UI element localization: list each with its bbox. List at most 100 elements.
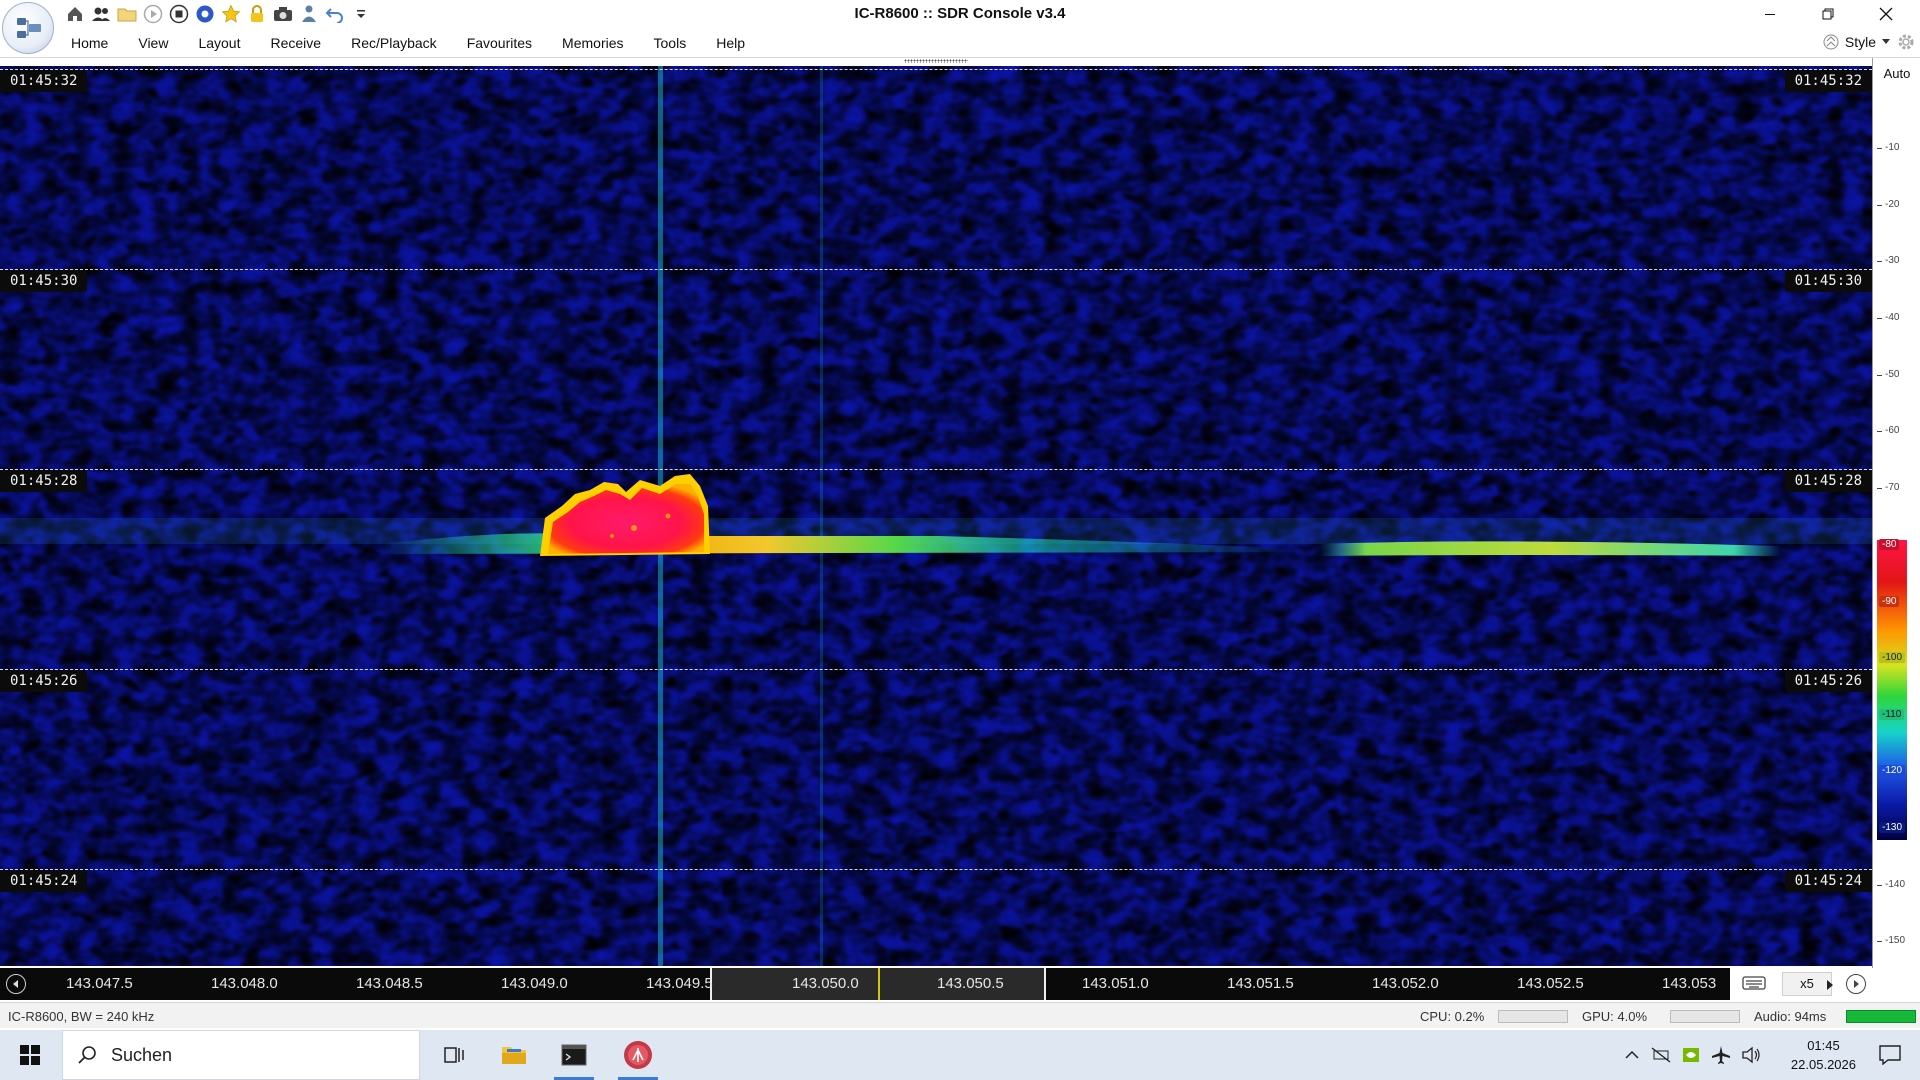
timestamp-label: 01:45:30 [1784, 270, 1872, 292]
tray-nvidia-icon[interactable] [1678, 1030, 1704, 1080]
time-gridline [0, 869, 1872, 870]
timestamp-label: 01:45:32 [0, 70, 88, 92]
application-menu-button[interactable] [2, 2, 54, 54]
keyboard-icon[interactable] [1742, 974, 1766, 995]
menu-view[interactable]: View [123, 34, 183, 52]
tray-volume-icon[interactable] [1738, 1030, 1764, 1080]
menu-layout[interactable]: Layout [183, 34, 255, 52]
taskbar-terminal[interactable] [548, 1030, 600, 1080]
scale-auto-button[interactable]: Auto [1873, 66, 1920, 81]
gpu-tray-icon [1683, 1048, 1699, 1062]
scale-tick: -110 [1879, 709, 1905, 720]
audio-meter-fill [1847, 1011, 1915, 1022]
level-scale[interactable]: Auto -10 -20 -30 -40 -50 -60 -70 -80 -90… [1872, 58, 1920, 968]
star-icon[interactable] [220, 3, 242, 25]
menu-tools[interactable]: Tools [639, 34, 702, 52]
folder-icon[interactable] [116, 3, 138, 25]
chevron-down-icon [1882, 39, 1890, 44]
time-gridline [0, 469, 1872, 470]
menu-favourites[interactable]: Favourites [452, 34, 547, 52]
close-button[interactable] [1858, 0, 1914, 28]
clock-time: 01:45 [1807, 1038, 1840, 1053]
scroll-left-button[interactable] [6, 974, 26, 994]
menu-memories[interactable]: Memories [547, 34, 638, 52]
frequency-label: 143.050.0 [792, 975, 859, 992]
scale-tick: -90 [1879, 596, 1900, 607]
taskbar-file-explorer[interactable] [488, 1030, 540, 1080]
quick-access-toolbar [64, 3, 372, 25]
scroll-right-button[interactable] [1846, 974, 1866, 994]
restore-button[interactable] [1800, 0, 1856, 28]
scale-tick: -40 [1876, 312, 1900, 323]
speaker-icon [1742, 1046, 1760, 1064]
time-gridline [0, 669, 1872, 670]
collapse-ribbon-icon[interactable] [1823, 32, 1839, 52]
menu-receive[interactable]: Receive [256, 34, 337, 52]
restore-icon [1822, 8, 1834, 20]
audio-meter [1846, 1010, 1916, 1023]
tray-airplane-icon[interactable] [1708, 1030, 1734, 1080]
scale-tick: -100 [1879, 652, 1906, 663]
customize-qat-icon[interactable] [350, 3, 372, 25]
scale-tick: -20 [1876, 199, 1900, 210]
timestamp-label: 01:45:28 [0, 470, 88, 492]
frequency-label: 143.048.0 [211, 975, 278, 992]
minimize-icon [1765, 14, 1775, 15]
scale-tick: -50 [1876, 369, 1900, 380]
menu-rec-playback[interactable]: Rec/Playback [336, 34, 452, 52]
undo-icon[interactable] [324, 3, 346, 25]
menu-bar: Home View Layout Receive Rec/Playback Fa… [0, 28, 1920, 58]
menu-home[interactable]: Home [56, 34, 123, 52]
menu-help[interactable]: Help [701, 34, 760, 52]
windows-logo-icon [20, 1045, 40, 1065]
terminal-icon [561, 1044, 587, 1066]
gear-icon[interactable] [1896, 32, 1916, 52]
folder-icon [502, 1047, 526, 1064]
zoom-controls: x5 [1730, 968, 1872, 1000]
title-bar: IC-R8600 :: SDR Console v3.4 [0, 0, 1920, 28]
tray-overflow-button[interactable] [1620, 1030, 1644, 1080]
chevron-right-icon[interactable] [1826, 978, 1834, 994]
style-selector[interactable]: Style [1823, 32, 1916, 52]
play-icon[interactable] [142, 3, 164, 25]
scale-tick: -150 [1876, 935, 1906, 946]
stop-icon[interactable] [168, 3, 190, 25]
scale-tick: -80 [1879, 539, 1900, 550]
antenna-user-icon[interactable] [298, 3, 320, 25]
timestamp-label: 01:45:24 [1784, 870, 1872, 892]
taskbar-search[interactable]: Suchen [62, 1030, 420, 1080]
start-button[interactable] [0, 1030, 60, 1080]
close-icon [1879, 7, 1893, 21]
tray-network-icon[interactable] [1648, 1030, 1674, 1080]
tuning-marker[interactable] [878, 968, 880, 1000]
minimize-button[interactable] [1742, 0, 1798, 28]
passband-high-edge[interactable] [1044, 968, 1046, 1000]
home-icon[interactable] [64, 3, 86, 25]
camera-icon[interactable] [272, 3, 294, 25]
frequency-axis[interactable]: 143.047.5 143.048.0 143.048.5 143.049.0 … [0, 968, 1872, 1000]
timestamp-label: 01:45:26 [1784, 670, 1872, 692]
taskbar-clock[interactable]: 01:45 22.05.2026 [1791, 1036, 1856, 1074]
zoom-select[interactable]: x5 [1782, 972, 1832, 996]
waterfall-display[interactable]: 01:45:32 01:45:32 01:45:30 01:45:30 01:4… [0, 66, 1872, 966]
network-disconnected-icon [1651, 1047, 1671, 1063]
clock-date: 22.05.2026 [1790, 1057, 1856, 1072]
chevron-left-icon [13, 980, 18, 988]
cpu-usage: CPU: 0.2% [1420, 1009, 1485, 1024]
task-view-button[interactable] [430, 1030, 480, 1080]
taskbar-sdr-console[interactable] [612, 1030, 664, 1080]
panel-splitter-grip[interactable] [904, 59, 968, 63]
record-icon[interactable] [194, 3, 216, 25]
play-small-icon [1854, 980, 1859, 988]
lock-icon[interactable] [246, 3, 268, 25]
timestamp-label: 01:45:26 [0, 670, 88, 692]
chevron-up-icon [1625, 1050, 1639, 1059]
scale-tick: -70 [1876, 482, 1900, 493]
timestamp-label: 01:45:24 [0, 870, 88, 892]
scale-tick: -10 [1876, 142, 1900, 153]
color-scale-bar[interactable] [1877, 540, 1907, 840]
users-icon[interactable] [90, 3, 112, 25]
notification-center-button[interactable] [1866, 1030, 1914, 1080]
notification-icon [1879, 1045, 1901, 1065]
audio-latency: Audio: 94ms [1754, 1009, 1827, 1024]
